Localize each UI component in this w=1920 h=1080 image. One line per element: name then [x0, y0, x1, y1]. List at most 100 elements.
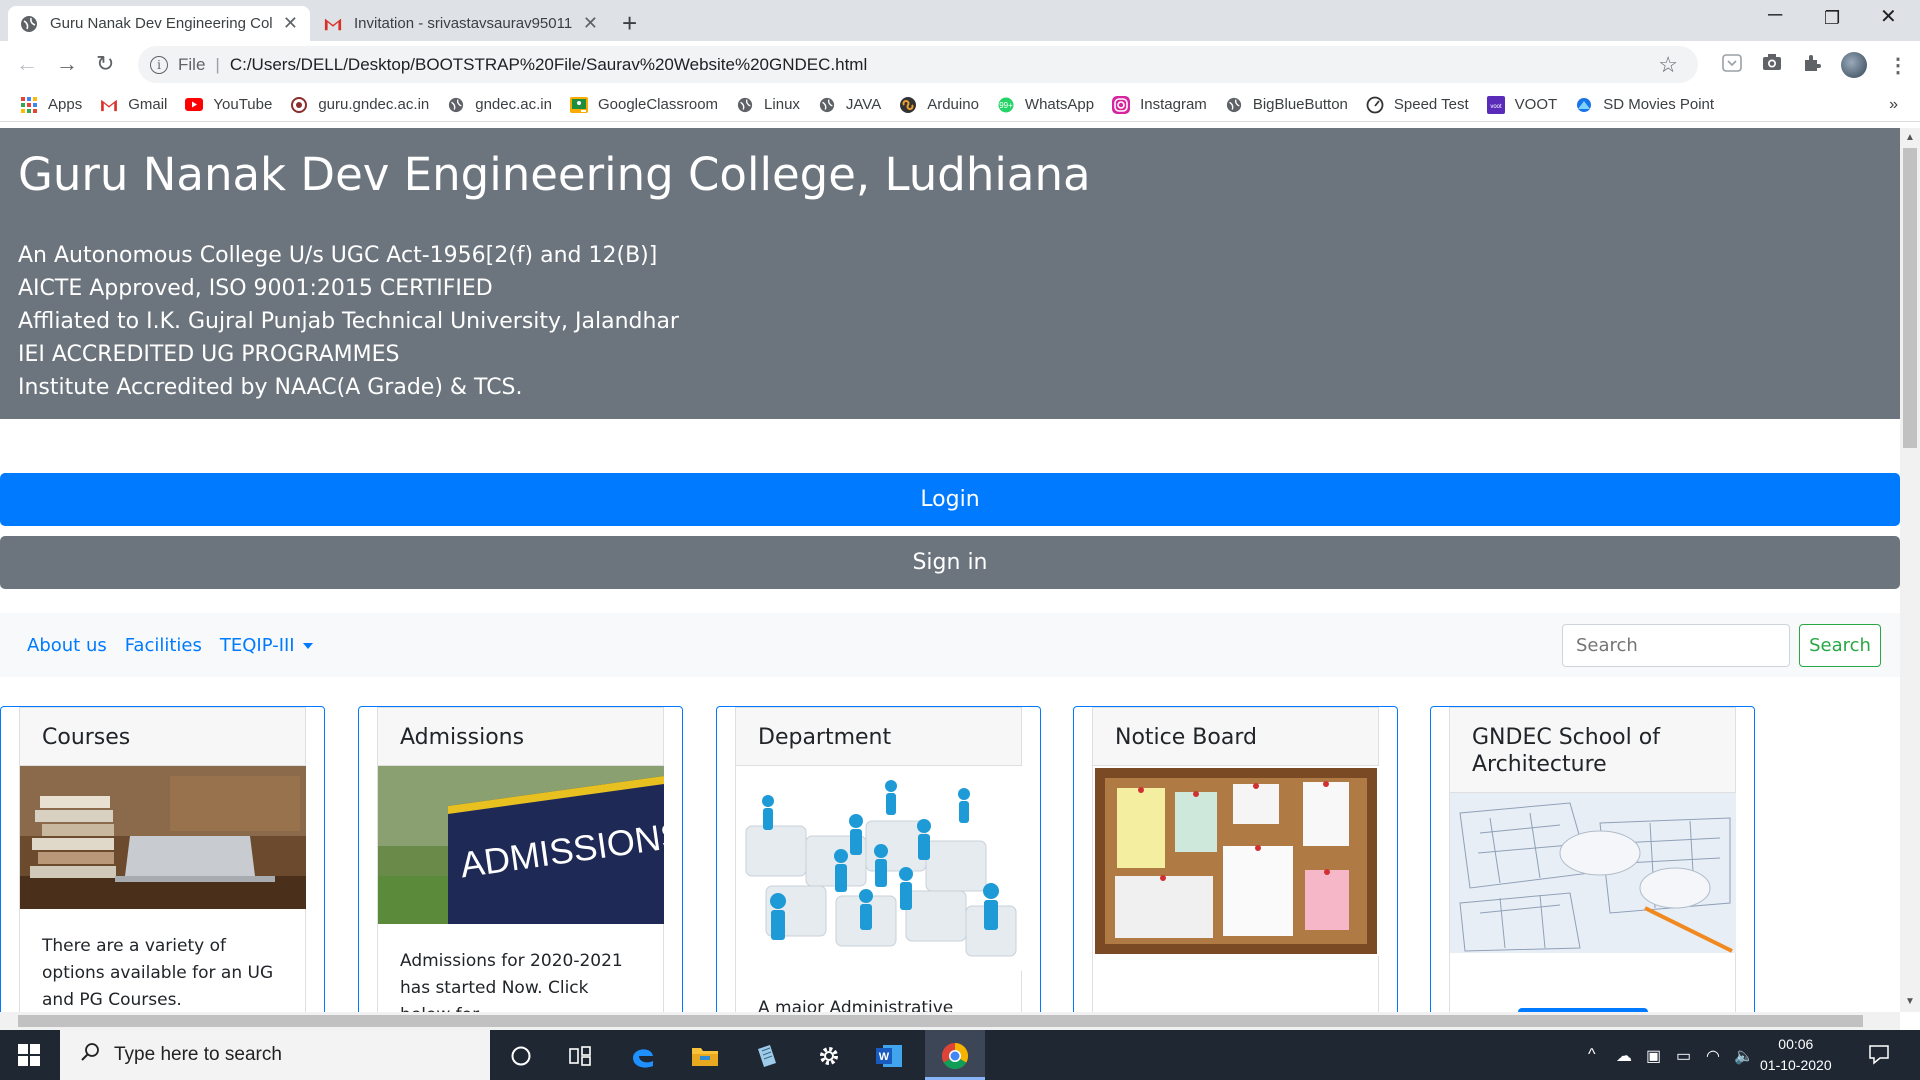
bookmark-apps[interactable]: Apps — [20, 96, 82, 114]
url-scheme: File — [178, 54, 206, 74]
clock-time: 00:06 — [1778, 1036, 1814, 1052]
nav-teqip-dropdown[interactable]: TEQIP-III — [220, 635, 313, 656]
chrome-icon[interactable] — [939, 1040, 971, 1072]
edge-icon[interactable] — [627, 1040, 659, 1072]
camera-icon[interactable] — [1762, 53, 1782, 77]
gmail-icon — [324, 15, 342, 33]
tray-chevron-up-icon[interactable]: ^ — [1588, 1046, 1596, 1064]
security-icon[interactable]: ▣ — [1646, 1046, 1661, 1066]
speedometer-icon — [1366, 96, 1384, 114]
new-tab-icon[interactable]: + — [622, 8, 637, 39]
vertical-scrollbar[interactable]: ▲ ▼ — [1900, 128, 1920, 1012]
close-window-icon[interactable]: ✕ — [1880, 4, 1897, 29]
bookmark-whatsapp[interactable]: 99+ WhatsApp — [997, 96, 1094, 114]
bookmarks-overflow-icon[interactable]: » — [1889, 96, 1898, 114]
clock-date: 01-10-2020 — [1760, 1057, 1832, 1073]
task-view-icon[interactable] — [565, 1040, 597, 1072]
forward-icon[interactable]: → — [56, 51, 78, 77]
nav-about-us[interactable]: About us — [27, 635, 107, 656]
nav-facilities[interactable]: Facilities — [125, 635, 202, 656]
bookmark-voot[interactable]: voot VOOT — [1486, 95, 1557, 114]
wifi-icon[interactable]: ◠ — [1706, 1046, 1720, 1066]
tab-title: Guru Nanak Dev Engineering Col — [50, 15, 273, 32]
jumbotron-header: Guru Nanak Dev Engineering College, Ludh… — [0, 128, 1900, 419]
bookmark-label: Linux — [764, 96, 800, 113]
taskbar-search-placeholder: Type here to search — [114, 1044, 282, 1065]
accreditation-line: IEI ACCREDITED UG PROGRAMMES — [18, 342, 400, 367]
bookmark-speed-test[interactable]: Speed Test — [1366, 96, 1469, 114]
minimize-icon[interactable]: ─ — [1768, 4, 1782, 27]
bookmark-linux[interactable]: Linux — [736, 96, 800, 114]
card-title: Admissions — [378, 708, 663, 766]
card-title: GNDEC School of Architecture — [1450, 708, 1735, 793]
profile-avatar[interactable] — [1841, 52, 1867, 78]
extensions-icon[interactable] — [1802, 53, 1822, 79]
bookmark-sd-movies-point[interactable]: SD Movies Point — [1575, 96, 1714, 114]
whatsapp-icon: 99+ — [997, 96, 1015, 114]
page-title: Guru Nanak Dev Engineering College, Ludh… — [18, 148, 1091, 201]
bookmark-bigbluebutton[interactable]: BigBlueButton — [1225, 96, 1348, 114]
battery-icon[interactable]: ▭ — [1676, 1046, 1691, 1066]
file-explorer-icon[interactable] — [689, 1040, 721, 1072]
bookmark-star-icon[interactable]: ☆ — [1658, 52, 1678, 78]
info-icon[interactable]: i — [150, 55, 168, 74]
windows-start-icon[interactable] — [18, 1044, 40, 1071]
nav-teqip-label: TEQIP-III — [219, 634, 295, 656]
department-image — [736, 766, 1022, 971]
scrollbar-thumb[interactable] — [1903, 148, 1917, 448]
card-title: Notice Board — [1093, 708, 1378, 766]
sign-in-button[interactable]: Sign in — [0, 536, 1900, 589]
settings-gear-icon[interactable] — [813, 1040, 845, 1072]
globe-icon — [447, 96, 465, 114]
instagram-icon — [1112, 95, 1131, 114]
reload-icon[interactable]: ↻ — [96, 51, 114, 77]
gndec-icon — [290, 96, 308, 114]
caret-down-icon — [302, 642, 313, 649]
architecture-image — [1450, 793, 1736, 953]
menu-kebab-icon[interactable]: ⋮ — [1888, 53, 1908, 78]
bookmark-youtube[interactable]: YouTube — [185, 96, 272, 114]
close-icon[interactable]: ✕ — [283, 13, 298, 34]
cortana-icon[interactable] — [505, 1040, 537, 1072]
back-icon[interactable]: ← — [16, 51, 38, 77]
bookmark-label: Speed Test — [1393, 96, 1469, 113]
scroll-up-icon[interactable]: ▲ — [1905, 132, 1915, 143]
svg-text:W: W — [879, 1051, 890, 1063]
bookmark-gndec[interactable]: gndec.ac.in — [447, 96, 552, 114]
tab-gmail-invitation[interactable]: Invitation - srivastavsaurav95011 ✕ — [312, 6, 610, 41]
card: Admissions ADMISSIONS Admissions for 202… — [377, 707, 664, 1012]
notice-board-image — [1093, 766, 1379, 956]
tab-gndec[interactable]: Guru Nanak Dev Engineering Col ✕ — [8, 6, 310, 41]
scrollbar-thumb[interactable] — [18, 1015, 1863, 1027]
tab-title: Invitation - srivastavsaurav95011 — [354, 15, 573, 32]
globe-icon — [1225, 96, 1243, 114]
onedrive-cloud-icon[interactable]: ☁ — [1616, 1046, 1632, 1066]
voot-icon: voot — [1486, 95, 1505, 114]
bookmark-label: JAVA — [845, 96, 882, 113]
volume-icon[interactable]: 🔈 — [1734, 1046, 1754, 1066]
address-bar[interactable]: i File | C:/Users/DELL/Desktop/BOOTSTRAP… — [138, 46, 1698, 83]
bookmark-label: SD Movies Point — [1603, 96, 1715, 113]
card-courses: Courses There are a variety of options a… — [0, 706, 325, 1012]
taskbar-search-box[interactable]: Type here to search — [60, 1030, 490, 1080]
pocket-icon[interactable] — [1722, 53, 1742, 79]
scroll-down-icon[interactable]: ▼ — [1905, 996, 1915, 1007]
close-icon[interactable]: ✕ — [583, 13, 598, 34]
bookmark-gmail[interactable]: Gmail — [100, 96, 167, 114]
search-icon — [80, 1042, 100, 1068]
bookmark-arduino[interactable]: Arduino — [899, 96, 979, 114]
word-icon[interactable]: W — [873, 1040, 905, 1072]
notepad-icon[interactable] — [751, 1040, 783, 1072]
bookmark-googleclassroom[interactable]: GoogleClassroom — [569, 96, 718, 114]
horizontal-scrollbar[interactable] — [0, 1012, 1900, 1030]
login-button[interactable]: Login — [0, 473, 1900, 526]
card-department: Department A major Administrative — [716, 706, 1041, 1012]
bookmark-instagram[interactable]: Instagram — [1112, 95, 1207, 114]
taskbar-clock[interactable]: 00:06 01-10-2020 — [1760, 1034, 1832, 1076]
search-input[interactable] — [1562, 624, 1790, 667]
search-button[interactable]: Search — [1799, 624, 1881, 667]
notifications-icon[interactable] — [1868, 1043, 1890, 1070]
bookmark-guru-gndec[interactable]: guru.gndec.ac.in — [290, 96, 429, 114]
bookmark-java[interactable]: JAVA — [818, 96, 881, 114]
restore-icon[interactable]: ❐ — [1824, 8, 1840, 29]
